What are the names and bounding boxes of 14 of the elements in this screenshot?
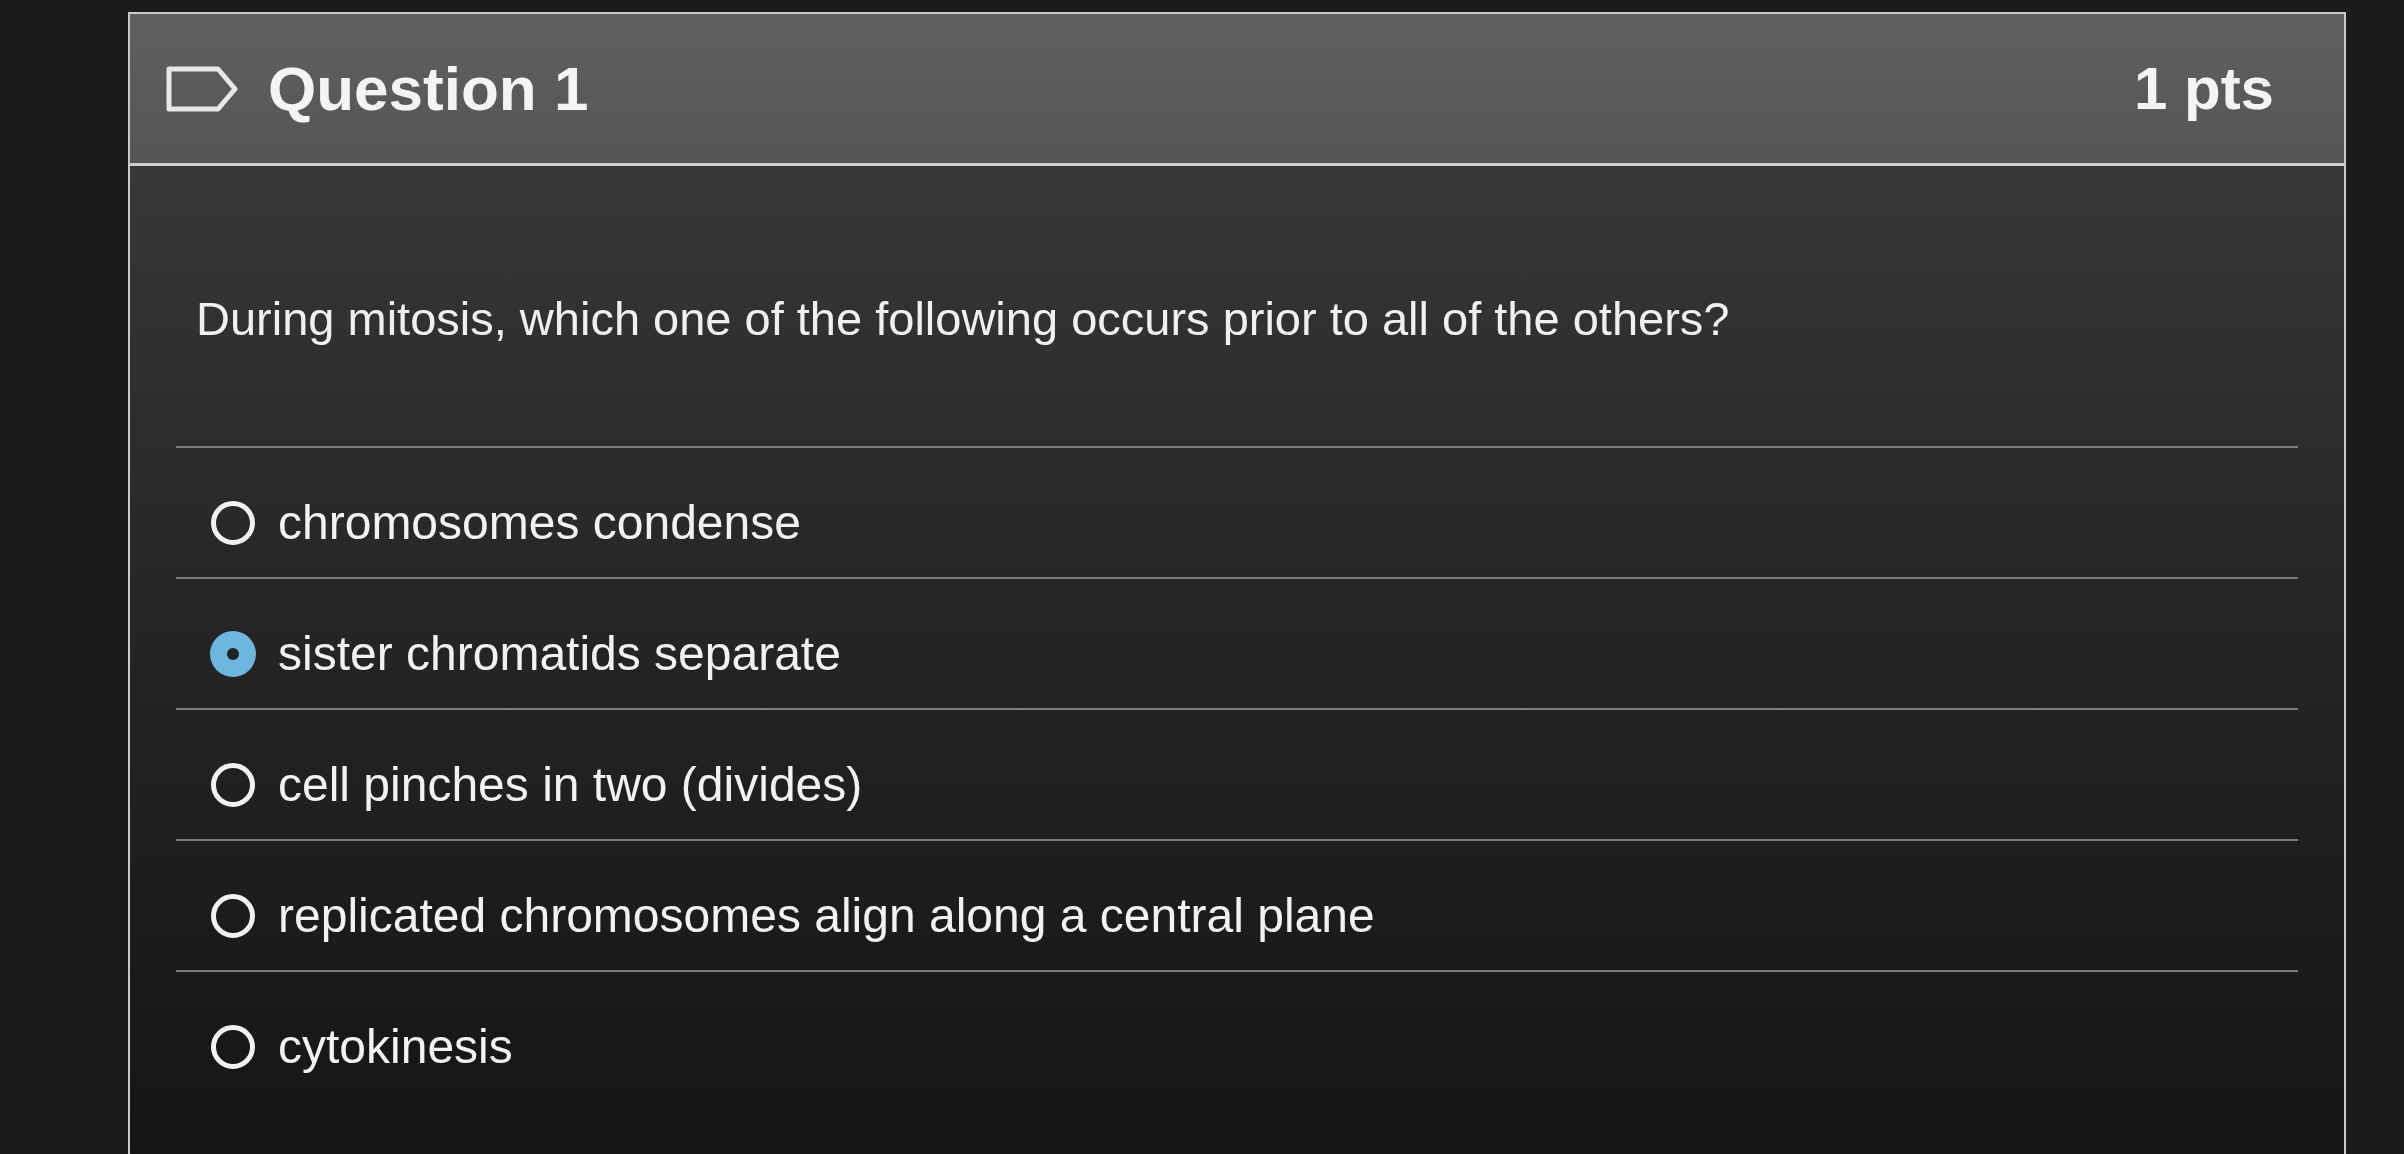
- answer-label: cell pinches in two (divides): [278, 756, 863, 813]
- question-title: Question 1: [268, 53, 589, 125]
- flag-icon[interactable]: [166, 65, 238, 112]
- radio-button[interactable]: [210, 761, 256, 808]
- radio-button[interactable]: [210, 499, 256, 546]
- answer-label: replicated chromosomes align along a central plane: [278, 887, 1375, 944]
- answer-label: chromosomes condense: [278, 494, 801, 551]
- answer-label: sister chromatids separate: [278, 625, 841, 682]
- question-points: 1 pts: [2133, 53, 2274, 124]
- radio-button[interactable]: [210, 892, 256, 939]
- radio-button[interactable]: [210, 1023, 256, 1070]
- question-prompt: During mitosis, which one of the following occurs prior to all of the others?: [196, 292, 1730, 345]
- answer-label: cytokinesis: [278, 1018, 513, 1075]
- radio-button[interactable]: [210, 630, 256, 677]
